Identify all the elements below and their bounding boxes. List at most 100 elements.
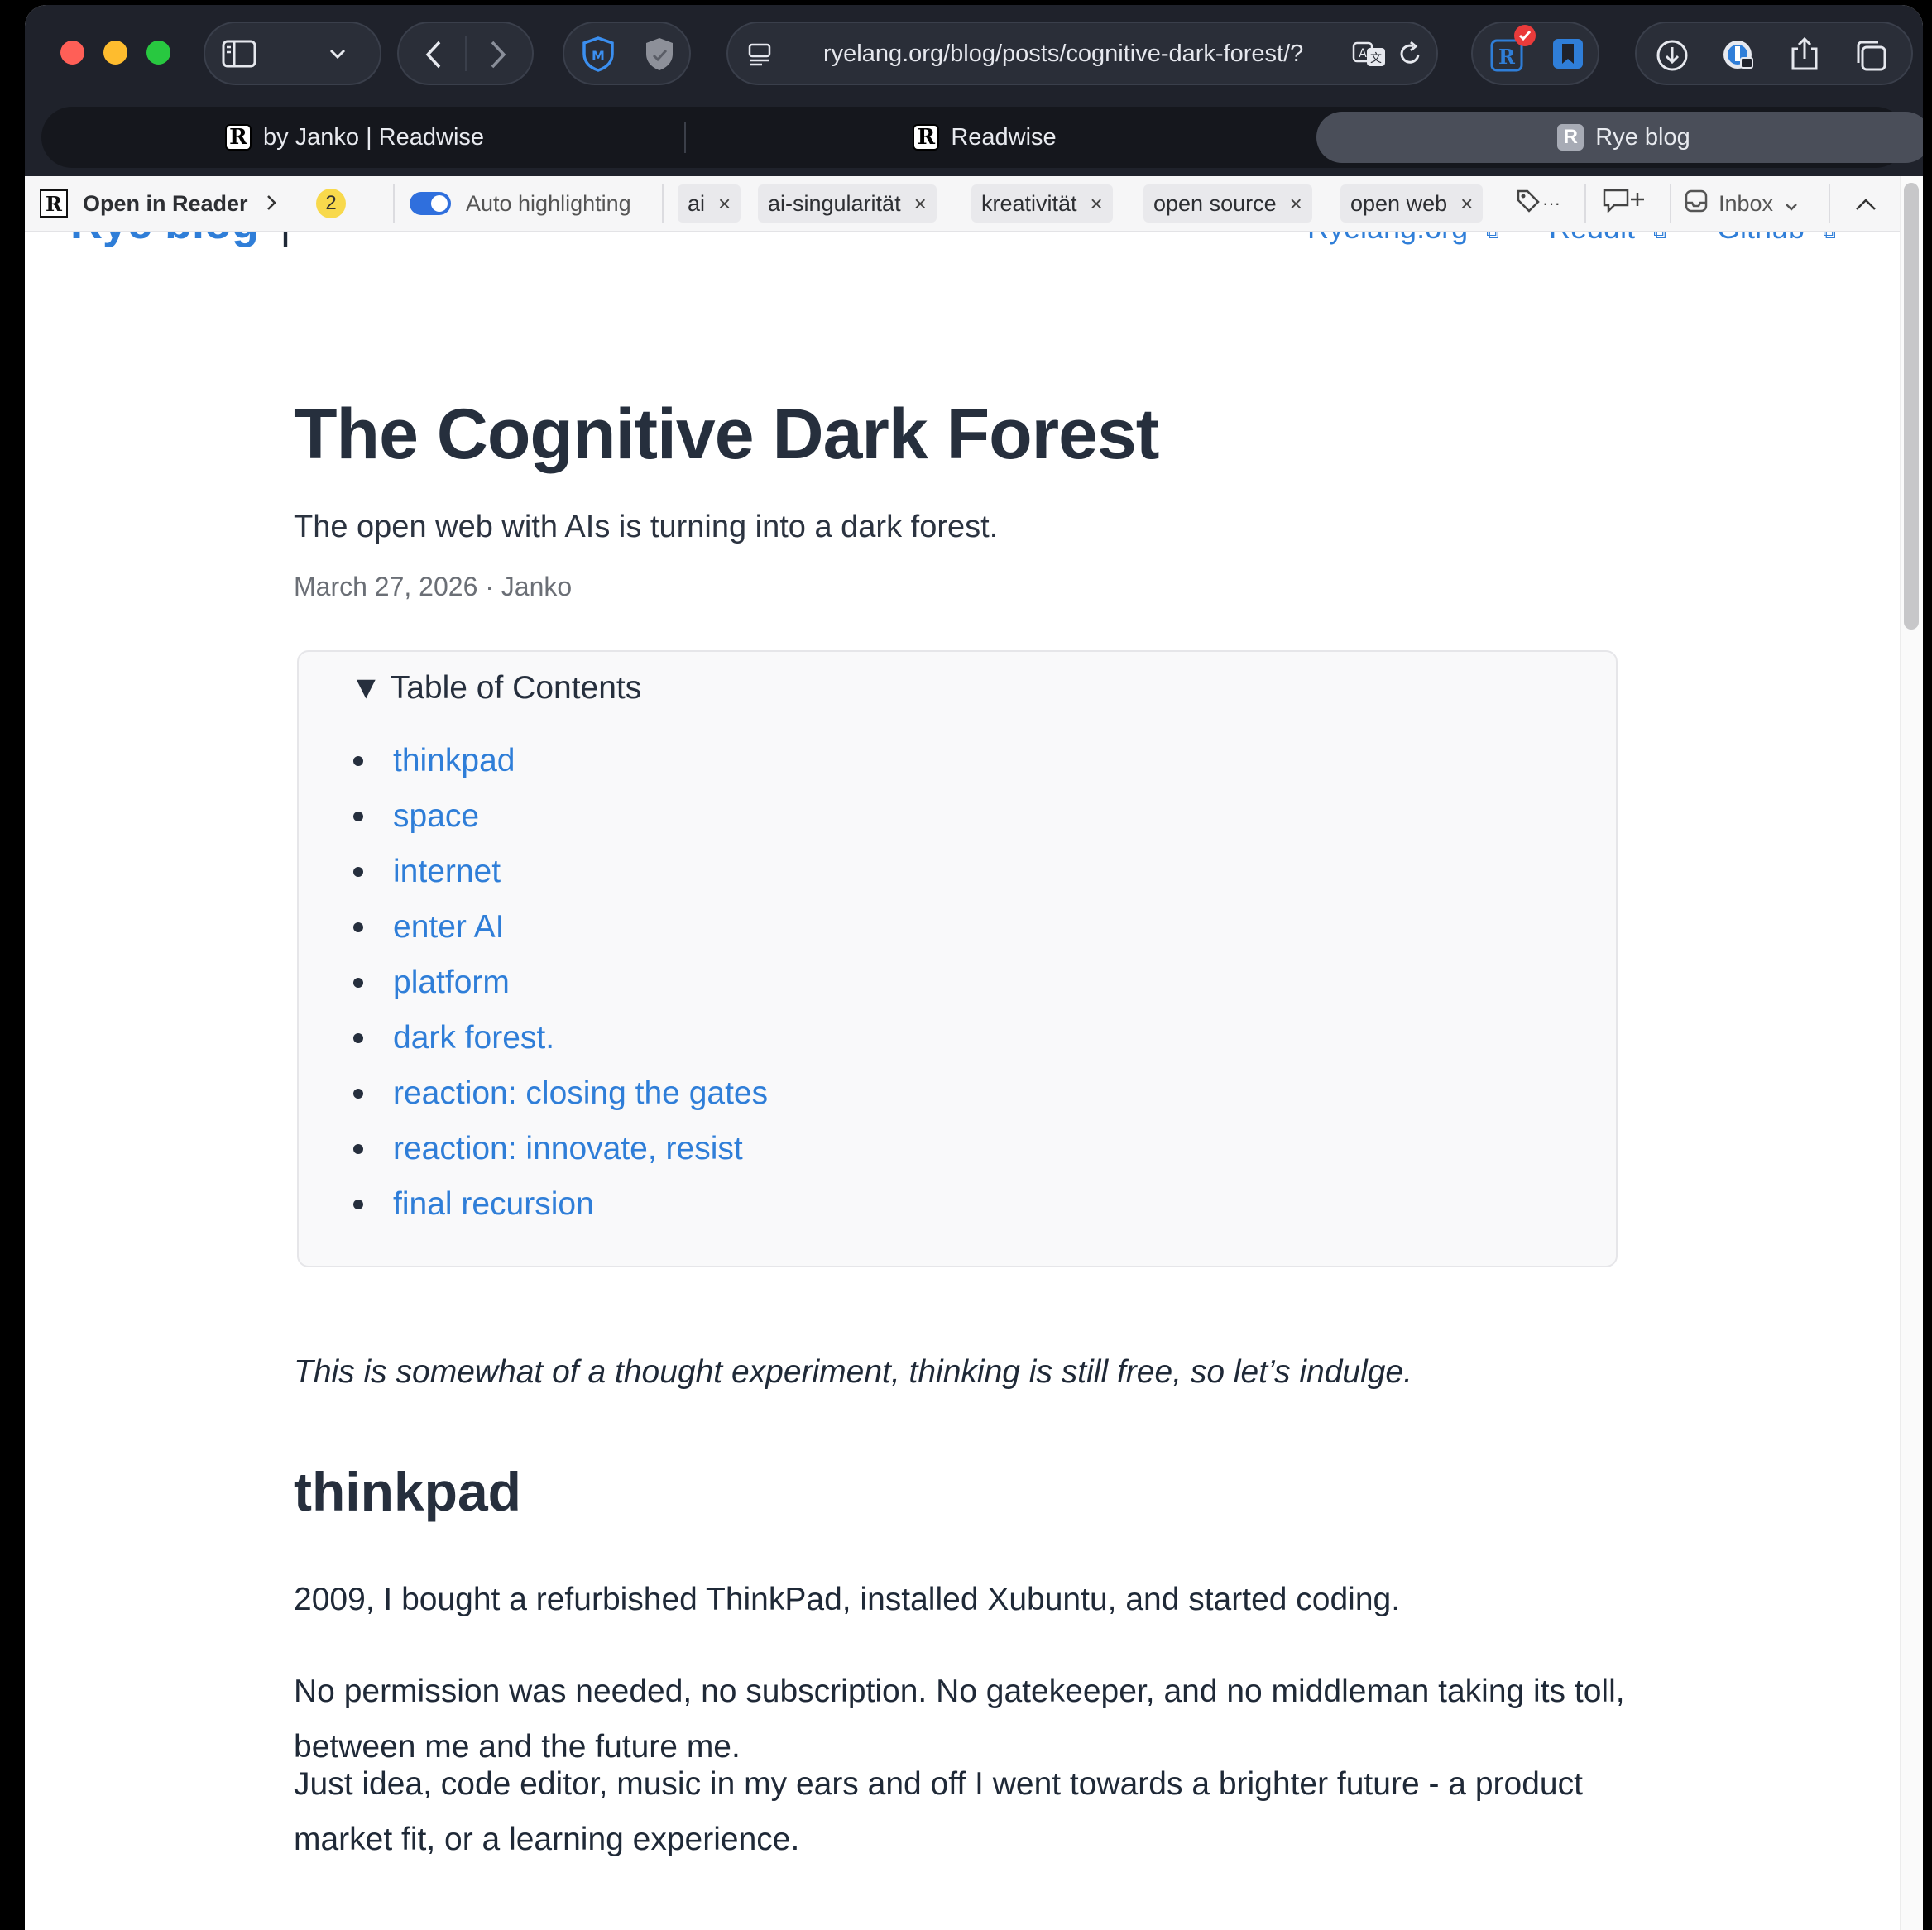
remove-tag-icon[interactable]: × bbox=[914, 191, 927, 217]
separator bbox=[1584, 184, 1586, 223]
tag-chip[interactable]: kreativität × bbox=[971, 184, 1113, 223]
external-link-icon: ⧉ bbox=[1486, 232, 1499, 242]
nav-link-ryelang[interactable]: Ryelang.org ⧉ bbox=[1307, 232, 1499, 246]
remove-tag-icon[interactable]: × bbox=[1091, 191, 1103, 217]
tab-readwise-janko[interactable]: R by Janko | Readwise bbox=[41, 112, 668, 163]
nav-link-github[interactable]: Github ⧉ bbox=[1717, 232, 1836, 246]
toc-item: space bbox=[350, 788, 768, 844]
toc-link[interactable]: thinkpad bbox=[393, 743, 515, 779]
readwise-logo-icon: R bbox=[913, 124, 940, 151]
tab-overview-icon[interactable] bbox=[1852, 36, 1890, 74]
bullet bbox=[353, 811, 363, 821]
toc-link[interactable]: reaction: closing the gates bbox=[393, 1075, 768, 1112]
web-page: Rye blog | Ryelang.org ⧉ Reddit ⧉ Github… bbox=[25, 232, 1900, 1930]
remove-tag-icon[interactable]: × bbox=[1460, 191, 1473, 217]
share-icon[interactable] bbox=[1786, 33, 1824, 74]
add-tag-button[interactable]: ··· bbox=[1516, 176, 1560, 231]
tab-label: by Janko | Readwise bbox=[262, 123, 485, 151]
toc-item: enter AI bbox=[350, 899, 768, 955]
site-title-text[interactable]: Rye blog bbox=[70, 232, 259, 248]
auto-highlighting-toggle[interactable]: Auto highlighting bbox=[410, 176, 631, 231]
toc-item: final recursion bbox=[350, 1176, 768, 1232]
readwise-toolbar: R Open in Reader 2 Auto highlighting ai ×… bbox=[25, 176, 1900, 232]
toc-link[interactable]: enter AI bbox=[393, 909, 504, 946]
tab-label: Readwise bbox=[951, 123, 1057, 151]
separator bbox=[393, 184, 395, 223]
svg-text:文: 文 bbox=[1370, 52, 1382, 65]
forward-icon[interactable] bbox=[482, 38, 515, 71]
site-title[interactable]: Rye blog | bbox=[70, 232, 291, 249]
back-icon[interactable] bbox=[417, 38, 450, 71]
table-of-contents: ▼ Table of Contents thinkpad space inter… bbox=[297, 650, 1618, 1267]
open-in-reader-label: Open in Reader bbox=[83, 190, 248, 216]
toggle-switch[interactable] bbox=[410, 192, 451, 215]
rye-favicon-icon: R bbox=[1557, 124, 1584, 151]
svg-text:M: M bbox=[592, 48, 605, 64]
separator bbox=[662, 184, 664, 223]
tab-strip: R by Janko | Readwise R Readwise R Rye b… bbox=[41, 107, 1923, 168]
highlight-count-badge[interactable]: 2 bbox=[316, 176, 346, 231]
inbox-dropdown[interactable]: Inbox bbox=[1684, 176, 1798, 231]
privacy-shield-extension-icon[interactable] bbox=[640, 35, 678, 73]
tag-label: ai-singularität bbox=[768, 190, 901, 216]
zoom-window-button[interactable] bbox=[146, 41, 170, 65]
toc-link[interactable]: space bbox=[393, 798, 479, 835]
tag-label: ai bbox=[688, 190, 706, 216]
tag-chip[interactable]: open web × bbox=[1340, 184, 1484, 223]
bookmark-extension-icon[interactable] bbox=[1549, 35, 1587, 73]
tag-chip[interactable]: ai × bbox=[678, 184, 741, 223]
toc-link[interactable]: platform bbox=[393, 965, 510, 1001]
bullet bbox=[353, 1143, 363, 1154]
nav-link-label[interactable]: Github bbox=[1717, 232, 1805, 245]
toc-link[interactable]: internet bbox=[393, 854, 501, 890]
post-meta: March 27, 2026 · Janko bbox=[294, 572, 573, 601]
toc-link[interactable]: dark forest. bbox=[393, 1020, 554, 1056]
download-icon[interactable] bbox=[1653, 36, 1691, 74]
toc-link[interactable]: reaction: innovate, resist bbox=[393, 1131, 743, 1167]
sidebar-icon[interactable] bbox=[222, 38, 256, 69]
scrollbar-thumb[interactable] bbox=[1904, 183, 1919, 630]
bullet bbox=[353, 866, 363, 877]
intro-paragraph: This is somewhat of a thought experiment… bbox=[294, 1354, 1412, 1390]
browser-window: M A文 ryelang.org/blog/posts/cognitive-da… bbox=[25, 5, 1923, 1930]
readwise-logo-icon: R bbox=[40, 189, 68, 218]
toc-item: internet bbox=[350, 844, 768, 899]
toc-item: reaction: closing the gates bbox=[350, 1066, 768, 1121]
tab-rye-blog[interactable]: R Rye blog bbox=[1316, 112, 1923, 163]
sidebar-toggle-group bbox=[204, 22, 381, 85]
bullet bbox=[353, 755, 363, 766]
readwise-logo-icon: R bbox=[224, 124, 252, 151]
tab-bar: R by Janko | Readwise R Readwise R Rye b… bbox=[25, 102, 1923, 176]
paragraph: 2009, I bought a refurbished ThinkPad, i… bbox=[294, 1582, 1401, 1617]
tag-chip[interactable]: open source × bbox=[1143, 184, 1312, 223]
tracker-shield-extension-icon[interactable]: M bbox=[579, 35, 617, 73]
inbox-label: Inbox bbox=[1719, 190, 1774, 216]
chevron-right-icon bbox=[266, 191, 276, 217]
tag-chip[interactable]: ai-singularität × bbox=[758, 184, 937, 223]
nav-link-label[interactable]: Reddit bbox=[1549, 232, 1635, 245]
close-window-button[interactable] bbox=[60, 41, 84, 65]
add-note-icon bbox=[1601, 187, 1647, 221]
open-in-reader-button[interactable]: R Open in Reader bbox=[40, 176, 276, 231]
remove-tag-icon[interactable]: × bbox=[718, 191, 731, 217]
page-menu-icon[interactable] bbox=[743, 38, 776, 71]
toc-item: dark forest. bbox=[350, 1010, 768, 1066]
minimize-window-button[interactable] bbox=[103, 41, 127, 65]
add-note-button[interactable] bbox=[1601, 176, 1647, 231]
tab-readwise[interactable]: R Readwise bbox=[695, 112, 1274, 163]
tag-label: kreativität bbox=[981, 190, 1077, 216]
toc-link[interactable]: final recursion bbox=[393, 1186, 594, 1223]
toc-toggle[interactable]: ▼ Table of Contents bbox=[350, 670, 641, 706]
auto-highlighting-label: Auto highlighting bbox=[466, 190, 631, 216]
external-link-icon: ⧉ bbox=[1823, 232, 1836, 242]
nav-link-label[interactable]: Ryelang.org bbox=[1307, 232, 1468, 245]
remove-tag-icon[interactable]: × bbox=[1290, 191, 1302, 217]
chevron-down-icon[interactable] bbox=[325, 41, 350, 66]
post-description: The open web with AIs is turning into a … bbox=[294, 510, 999, 544]
address-url[interactable]: ryelang.org/blog/posts/cognitive-dark-fo… bbox=[823, 41, 1365, 68]
bullet bbox=[353, 922, 363, 932]
collapse-toolbar-button[interactable] bbox=[1855, 176, 1877, 231]
password-manager-icon[interactable] bbox=[1719, 36, 1757, 74]
reload-icon[interactable] bbox=[1393, 36, 1426, 71]
nav-link-reddit[interactable]: Reddit ⧉ bbox=[1549, 232, 1666, 246]
